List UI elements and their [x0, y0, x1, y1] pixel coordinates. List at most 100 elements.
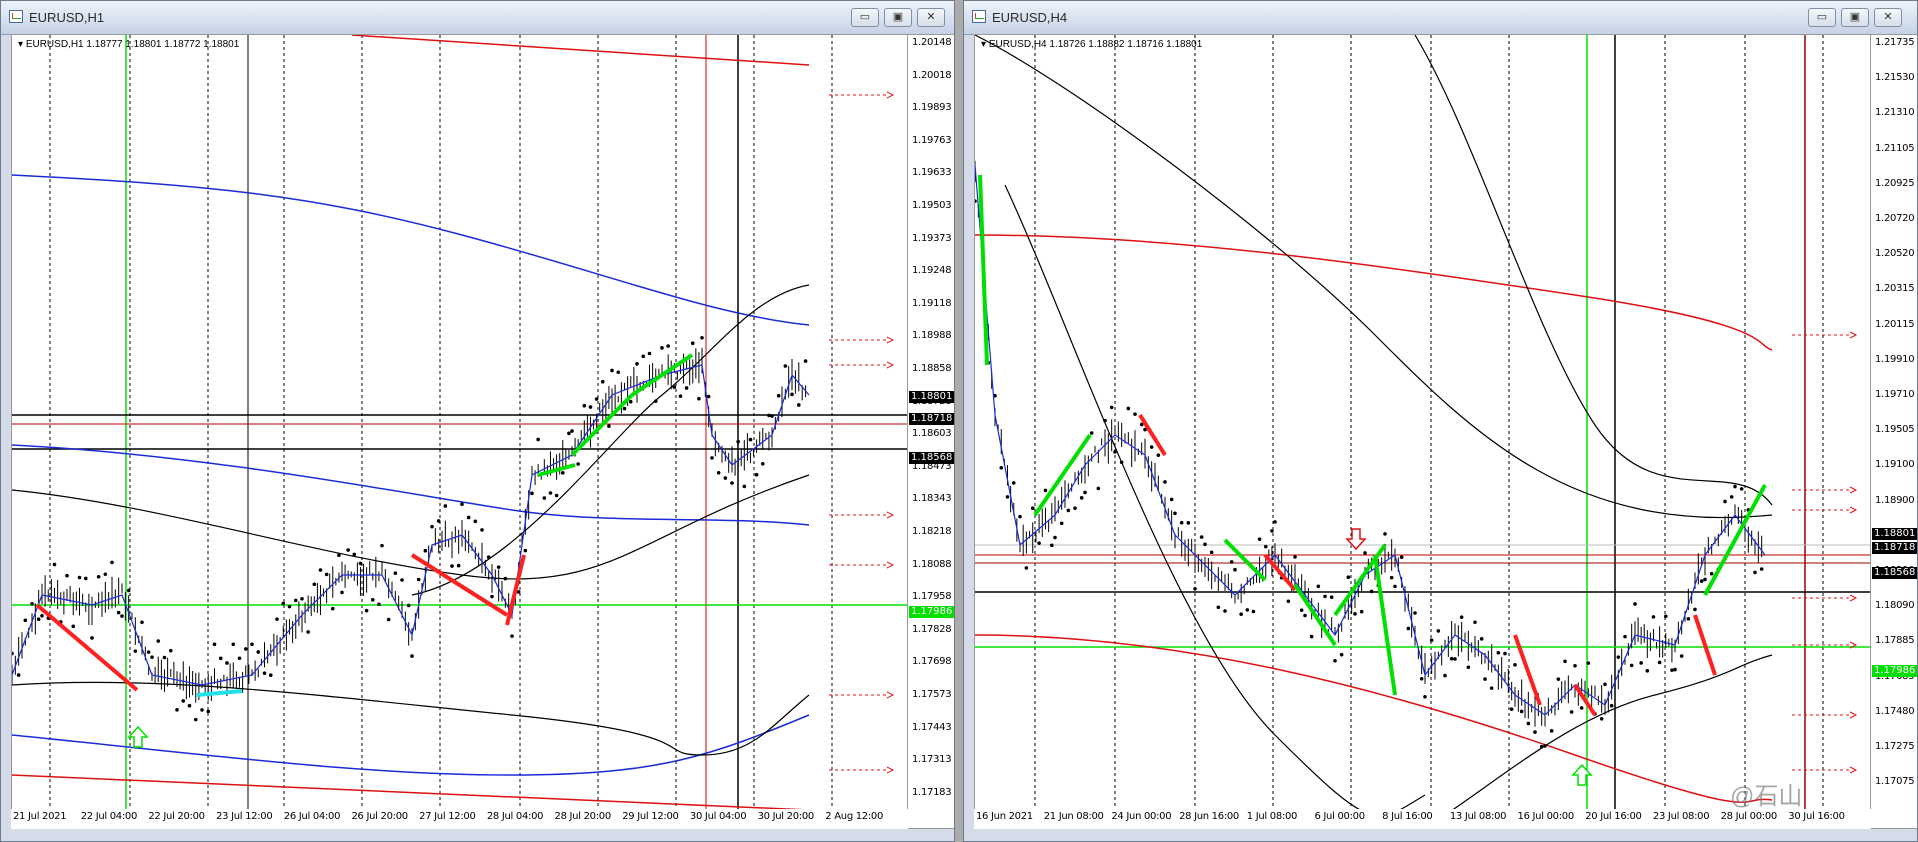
price-tick-label: 1.21310: [1875, 107, 1915, 119]
price-tick-label: 1.17885: [1875, 635, 1915, 647]
close-button[interactable]: ✕: [917, 8, 945, 27]
time-tick-label: 30 Jul 16:00: [1788, 811, 1845, 822]
parabolic-sar-dot: [776, 393, 781, 398]
chart-canvas[interactable]: [975, 35, 1871, 829]
parabolic-sar-dot: [516, 590, 521, 594]
parabolic-sar-dot: [218, 656, 223, 661]
parabolic-sar-dot: [410, 654, 414, 658]
parabolic-sar-dot: [1729, 495, 1734, 499]
parabolic-sar-dot: [554, 493, 559, 498]
time-scale[interactable]: 16 Jun 2021 21 Jun 08:00 24 Jun 00:00 28 Ju…: [974, 809, 1871, 829]
parabolic-sar-dot: [1245, 608, 1250, 612]
parabolic-sar-dot: [358, 561, 363, 566]
chart-canvas[interactable]: [12, 35, 908, 829]
parabolic-sar-dot: [416, 577, 421, 582]
parabolic-sar-dot: [287, 604, 292, 609]
time-tick-label: 22 Jul 20:00: [148, 811, 205, 822]
parabolic-sar-dot: [406, 603, 411, 608]
parabolic-sar-dot: [256, 650, 261, 654]
parabolic-sar-dot: [340, 590, 344, 595]
minimize-button[interactable]: ▭: [1808, 8, 1836, 27]
parabolic-sar-dot: [473, 519, 478, 524]
price-scale[interactable]: 1.20148 1.20018 1.19893 1.19763 1.19633 1.195…: [908, 34, 955, 829]
parabolic-sar-dot: [1419, 677, 1424, 681]
parabolic-sar-dot: [1333, 658, 1337, 663]
current-price-box: 1.18568: [1872, 567, 1918, 580]
parabolic-sar-dot: [576, 462, 580, 466]
parabolic-sar-dot: [496, 565, 501, 569]
parabolic-sar-dot: [1623, 634, 1627, 639]
chart-window-eurusd-h4[interactable]: EURUSD,H4 ▭ ▣ ✕ ▾ EURUSD,H4 1.18726 1.18…: [963, 0, 1918, 842]
window-titlebar[interactable]: EURUSD,H4 ▭ ▣ ✕: [964, 1, 1917, 35]
parabolic-sar-dot: [1679, 654, 1684, 658]
symbol-info-text: EURUSD,H1 1.18777 1.18801 1.18772 1.1880…: [25, 39, 240, 50]
price-tick-label: 1.17573: [912, 689, 952, 700]
parabolic-sar-dot: [1073, 506, 1077, 510]
chart-window-eurusd-h1[interactable]: EURUSD,H1 ▭ ▣ ✕ ▾ EURUSD,H1 1.18777 1.18…: [0, 0, 955, 842]
price-tick-label: 1.19248: [912, 265, 952, 277]
time-tick-label: 29 Jul 12:00: [622, 811, 679, 822]
price-tick-label: 1.20925: [1875, 177, 1915, 189]
parabolic-sar-dot: [1273, 520, 1277, 524]
arrow-head-icon: [886, 561, 895, 569]
parabolic-sar-dot: [1533, 730, 1537, 734]
parabolic-sar-dot: [1096, 486, 1101, 491]
time-scale[interactable]: 21 Jul 2021 22 Jul 04:00 22 Jul 20:00 23 Ju…: [11, 809, 908, 829]
parabolic-sar-dot: [52, 562, 57, 567]
parabolic-sar-dot: [616, 370, 621, 375]
parabolic-sar-dot: [1257, 537, 1262, 541]
parabolic-sar-dot: [330, 606, 335, 611]
parabolic-sar-dot: [1513, 663, 1517, 667]
parabolic-sar-dot: [1496, 650, 1501, 655]
time-tick-label: 23 Jul 08:00: [1652, 811, 1710, 822]
parabolic-sar-dot: [1209, 550, 1214, 555]
time-tick-label: 21 Jul 2021: [13, 811, 67, 822]
maximize-button[interactable]: ▣: [884, 8, 912, 27]
price-chart-area[interactable]: ▾ EURUSD,H4 1.18726 1.18882 1.18716 1.18…: [974, 34, 1871, 829]
chart-window-icon: [9, 10, 23, 23]
price-tick-label: 1.17480: [1875, 705, 1915, 717]
parabolic-sar-dot: [1673, 667, 1677, 672]
parabolic-sar-dot: [1133, 412, 1137, 416]
price-scale[interactable]: 1.21735 1.21530 1.21310 1.21105 1.20925 1.207…: [1871, 34, 1918, 829]
parabolic-sar-dot: [1270, 529, 1274, 533]
arrow-head-icon: [1849, 486, 1858, 494]
parabolic-sar-dot: [116, 610, 121, 615]
parabolic-sar-dot: [1149, 445, 1154, 449]
parabolic-sar-dot: [1453, 657, 1457, 661]
parabolic-sar-dot: [1043, 488, 1048, 493]
trend-segment: [570, 393, 634, 457]
parabolic-sar-dot: [90, 636, 94, 640]
parabolic-sar-dot: [1126, 406, 1131, 411]
parabolic-sar-dot: [1173, 511, 1177, 516]
price-tick-label: 1.17075: [1875, 776, 1915, 788]
parabolic-sar-dot: [1299, 608, 1304, 612]
arrow-head-icon: [886, 511, 895, 519]
trend-segment: [1263, 553, 1297, 592]
parabolic-sar-dot: [1156, 453, 1161, 457]
window-titlebar[interactable]: EURUSD,H1 ▭ ▣ ✕: [1, 1, 954, 35]
parabolic-sar-dot: [1556, 677, 1561, 681]
parabolic-sar-dot: [1586, 661, 1591, 665]
time-tick-label: 30 Jul 04:00: [689, 811, 747, 822]
price-chart-area[interactable]: ▾ EURUSD,H1 1.18777 1.18801 1.18772 1.18…: [11, 34, 908, 829]
parabolic-sar-dot: [1089, 431, 1094, 435]
current-price-box: 1.18718: [1872, 541, 1918, 554]
parabolic-sar-dot: [742, 484, 747, 489]
parabolic-sar-dot: [510, 634, 514, 638]
parabolic-sar-dot: [1599, 716, 1604, 721]
maximize-button[interactable]: ▣: [1841, 8, 1869, 27]
parabolic-sar-dot: [150, 655, 154, 660]
parabolic-sar-dot: [1186, 521, 1191, 525]
parabolic-sar-dot: [1251, 609, 1256, 614]
close-button[interactable]: ✕: [1874, 8, 1902, 27]
minimize-button[interactable]: ▭: [851, 8, 879, 27]
parabolic-sar-dot: [40, 614, 44, 618]
symbol-info-text: EURUSD,H4 1.18726 1.18882 1.18716 1.1880…: [988, 39, 1203, 50]
price-tick-label: 1.19710: [1875, 389, 1915, 400]
parabolic-sar-dot: [1639, 661, 1643, 665]
time-tick-label: 28 Jul 20:00: [554, 811, 612, 822]
parabolic-sar-dot: [275, 617, 279, 621]
parabolic-sar-dot: [716, 470, 721, 475]
time-tick-label: 21 Jun 08:00: [1043, 811, 1104, 822]
